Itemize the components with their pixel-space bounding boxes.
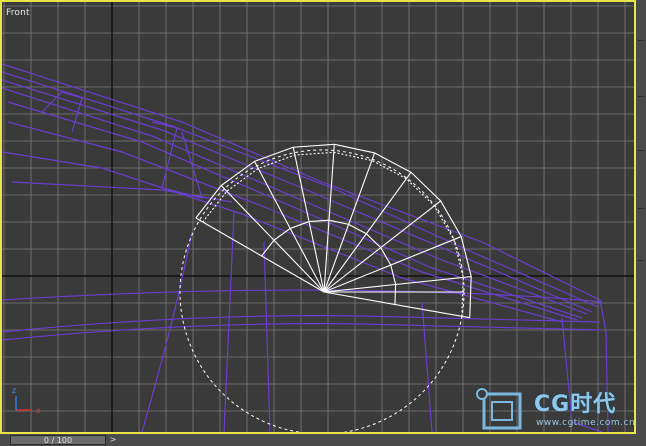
next-frame-arrow-icon[interactable]: > [108,435,118,445]
wire-edge [421,301,433,432]
front-viewport[interactable]: Front x z [0,0,636,434]
time-slider-bar: 0 / 100 > [0,434,646,446]
viewport-scene[interactable]: x z [2,2,634,432]
wire-edge [7,101,583,319]
selected-fan-object [195,143,472,319]
wire-edge [2,151,563,323]
viewport-side-strip [636,0,646,434]
wire-edge [2,323,603,341]
wire-edge [141,231,193,432]
cgtime-watermark: CG时代 www.cgtime.com.cn [470,384,636,432]
wire-edge [2,71,599,308]
wire-edge [11,181,233,203]
axis-z-label: z [12,386,16,395]
wire-edge [263,241,271,432]
cgtime-logo-icon [476,388,522,430]
fan-spoke [323,291,470,319]
axis-x-label: x [36,406,41,415]
watermark-url: www.cgtime.com.cn [536,418,636,428]
wire-edge [2,79,593,313]
time-slider[interactable]: 0 / 100 [10,435,106,445]
viewport-label[interactable]: Front [6,8,30,18]
fan-spoke [323,152,376,293]
watermark-brand: CG时代 [534,392,617,417]
viewport-grid [2,2,634,432]
axis-tripod: x z [12,386,41,415]
wire-edge [2,87,588,315]
fan-spoke [323,144,335,293]
fan-spoke [323,275,472,293]
fan-spoke [292,147,325,293]
